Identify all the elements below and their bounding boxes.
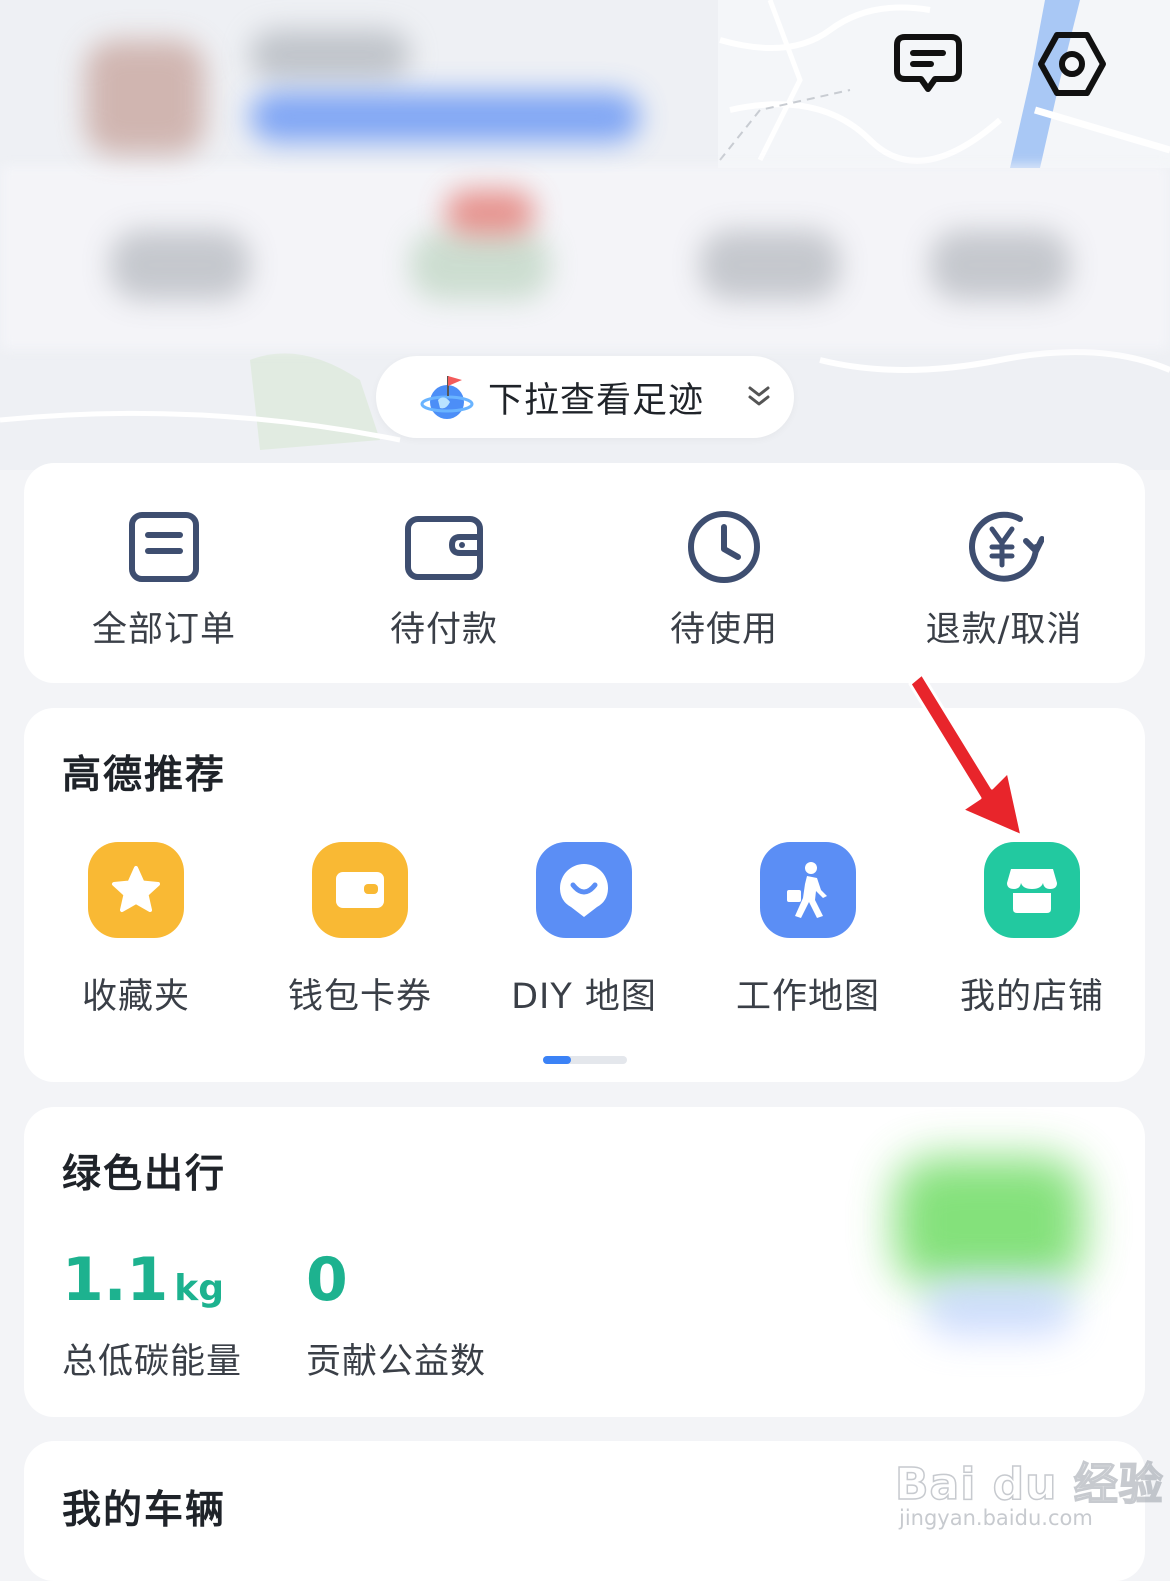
diy-map-label: DIY 地图 [511, 977, 657, 1017]
stat-blurred-4[interactable] [930, 230, 1070, 300]
stat-blurred-3[interactable] [700, 230, 840, 300]
walking-briefcase-icon [787, 862, 827, 918]
stat-blurred-1[interactable] [110, 230, 250, 300]
to-use-button[interactable]: 待使用 [624, 507, 824, 657]
carbon-unit: kg [174, 1268, 225, 1309]
wallet-coupons-button[interactable]: 钱包卡券 [260, 842, 460, 1019]
pull-down-footprint-button[interactable]: 下拉查看足迹 [376, 356, 794, 438]
green-illustration-shadow-blurred [924, 1277, 1074, 1337]
wallet-card-icon [336, 872, 384, 908]
diy-map-button[interactable]: DIY 地图 [484, 842, 684, 1019]
my-shop-tile [984, 842, 1080, 938]
green-illustration-blurred [894, 1157, 1084, 1287]
chevron-down-icon [748, 386, 770, 406]
refund-cancel-label: 退款/取消 [925, 610, 1083, 650]
work-map-tile [760, 842, 856, 938]
watermark-main: Bai du 经验 [894, 1458, 1164, 1511]
green-travel-card[interactable]: 绿色出行 1.1 kg 总低碳能量 0 贡献公益数 [24, 1107, 1145, 1417]
message-icon[interactable] [888, 24, 968, 104]
my-shop-button[interactable]: 我的店铺 [932, 842, 1132, 1019]
charity-label: 贡献公益数 [306, 1342, 487, 1382]
pending-payment-button[interactable]: 待付款 [344, 507, 544, 657]
user-level-badge-blurred[interactable] [250, 92, 640, 142]
stat-blurred-2[interactable] [410, 230, 550, 300]
red-arrow-annotation [908, 672, 1024, 838]
star-icon [112, 866, 160, 912]
recommend-page-indicator [543, 1056, 627, 1064]
refund-cancel-button[interactable]: 退款/取消 [904, 507, 1104, 657]
avatar[interactable] [85, 40, 205, 155]
watermark-sub: jingyan.baidu.com [899, 1506, 1093, 1530]
work-map-label: 工作地图 [735, 977, 880, 1017]
green-travel-title: 绿色出行 [62, 1152, 227, 1197]
work-map-button[interactable]: 工作地图 [708, 842, 908, 1019]
stat-badge-blurred [445, 190, 535, 235]
charity-value: 0 [306, 1245, 348, 1315]
settings-icon[interactable] [1032, 24, 1112, 104]
diy-map-tile [536, 842, 632, 938]
profile-header: 下拉查看足迹 [0, 0, 1170, 470]
all-orders-label: 全部订单 [91, 610, 236, 650]
page-indicator-active [543, 1056, 571, 1064]
wallet-icon [405, 516, 483, 580]
carbon-label: 总低碳能量 [62, 1342, 243, 1382]
footprint-label: 下拉查看足迹 [488, 380, 705, 421]
shop-icon [1007, 869, 1057, 913]
wallet-coupons-tile [312, 842, 408, 938]
order-list-icon [129, 512, 199, 582]
baidu-jingyan-watermark: Bai du 经验 jingyan.baidu.com [894, 1430, 1163, 1540]
my-shop-label: 我的店铺 [959, 977, 1104, 1017]
all-orders-button[interactable]: 全部订单 [64, 507, 264, 657]
orders-card: 全部订单 待付款 待使用 退款/取消 [24, 463, 1145, 683]
wallet-coupons-label: 钱包卡券 [287, 977, 432, 1017]
carbon-value: 1.1 kg [62, 1245, 225, 1315]
favorites-label: 收藏夹 [81, 977, 190, 1017]
refund-yuan-icon [969, 511, 1044, 582]
user-name-blurred [250, 30, 410, 80]
globe-flag-icon [420, 376, 474, 419]
favorites-tile [88, 842, 184, 938]
clock-icon [688, 511, 760, 583]
recommend-title: 高德推荐 [62, 753, 227, 798]
my-vehicles-title: 我的车辆 [62, 1488, 227, 1533]
favorites-button[interactable]: 收藏夹 [36, 842, 236, 1019]
map-pin-smile-icon [560, 864, 608, 917]
pending-payment-label: 待付款 [389, 610, 498, 650]
to-use-label: 待使用 [669, 610, 778, 650]
